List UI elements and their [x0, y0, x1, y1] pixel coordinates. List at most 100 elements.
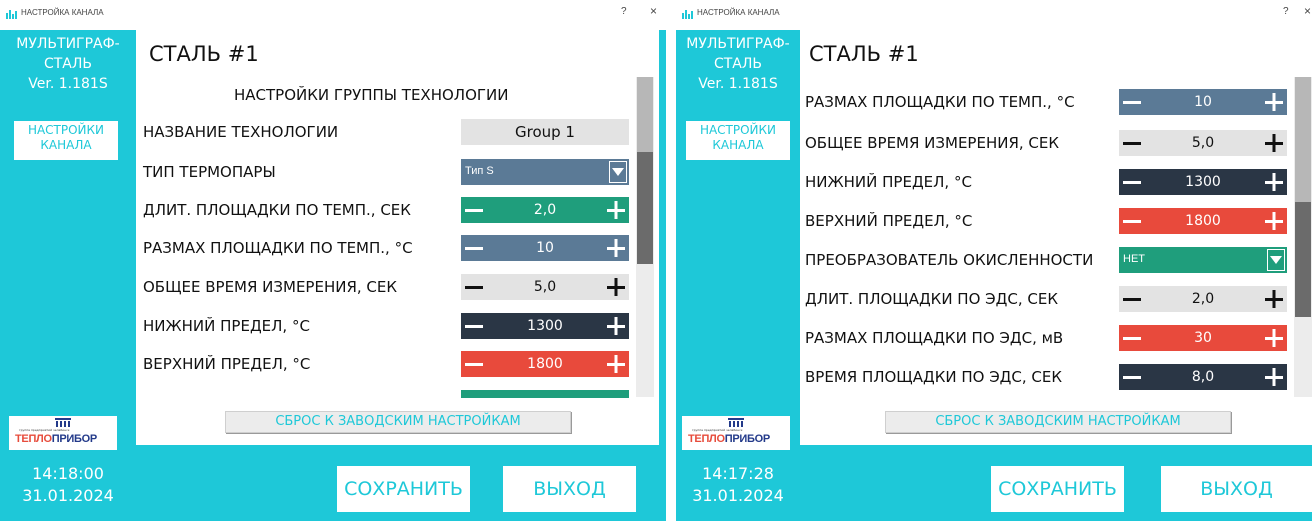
plus-icon[interactable] — [605, 315, 627, 337]
minus-icon[interactable] — [463, 199, 485, 221]
minus-icon[interactable] — [1121, 132, 1143, 154]
oxidation-converter-select[interactable]: НЕТ — [1119, 247, 1287, 273]
exit-button[interactable]: ВЫХОД — [1161, 466, 1312, 512]
minus-icon[interactable] — [463, 276, 485, 298]
row-label: ВРЕМЯ ПЛОЩАДКИ ПО ЭДС, СЕК — [805, 368, 1062, 386]
lower-limit-stepper[interactable]: 1300 — [461, 313, 629, 339]
plus-icon[interactable] — [605, 237, 627, 259]
minus-icon[interactable] — [1121, 288, 1143, 310]
plus-icon[interactable] — [1263, 91, 1285, 113]
chart-icon — [6, 10, 17, 19]
scrollbar-thumb[interactable] — [1295, 202, 1311, 317]
clock-date: 31.01.2024 — [692, 486, 784, 505]
title-bar: НАСТРОЙКА КАНАЛА ? × — [676, 0, 1312, 30]
row-label: НИЖНИЙ ПРЕДЕЛ, °C — [143, 317, 310, 335]
teplopribor-logo: группа предприятий челябинск ТЕПЛОПРИБОР — [682, 416, 790, 450]
row-label: РАЗМАХ ПЛОЩАДКИ ПО ТЕМП., °C — [143, 239, 413, 257]
channel-settings-nav-button[interactable]: НАСТРОЙКИ КАНАЛА — [686, 121, 790, 160]
row-label: ВЕРХНИЙ ПРЕДЕЛ, °C — [143, 355, 311, 373]
clock: 14:17:28 31.01.2024 — [676, 463, 800, 507]
minus-icon[interactable] — [1121, 210, 1143, 232]
row-label: ТИП ТЕРМОПАРЫ — [143, 163, 276, 181]
close-button[interactable]: × — [1304, 4, 1311, 18]
upper-limit-stepper[interactable]: 1800 — [1119, 208, 1287, 234]
row-label: ОБЩЕЕ ВРЕМЯ ИЗМЕРЕНИЯ, СЕК — [143, 278, 398, 296]
thermocouple-type-select[interactable]: Тип S — [461, 159, 629, 185]
upper-limit-stepper[interactable]: 1800 — [461, 351, 629, 377]
app-name: МУЛЬТИГРАФ- СТАЛЬ Ver. 1.181S — [686, 36, 790, 92]
emf-plateau-duration-stepper[interactable]: 2,0 — [1119, 286, 1287, 312]
plateau-range-temp-stepper[interactable]: 10 — [1119, 89, 1287, 115]
row-label: ПРЕОБРАЗОВАТЕЛЬ ОКИСЛЕННОСТИ — [805, 251, 1094, 269]
reset-defaults-button[interactable]: СБРОС К ЗАВОДСКИМ НАСТРОЙКАМ — [885, 411, 1231, 433]
emf-plateau-range-stepper[interactable]: 30 — [1119, 325, 1287, 351]
minus-icon[interactable] — [1121, 366, 1143, 388]
row-label: РАЗМАХ ПЛОЩАДКИ ПО ТЕМП., °C — [805, 93, 1075, 111]
scrollbar[interactable] — [1294, 77, 1312, 397]
chevron-down-icon[interactable] — [609, 161, 627, 183]
app-name: МУЛЬТИГРАФ- СТАЛЬ Ver. 1.181S — [16, 36, 120, 92]
channel-settings-window-right: НАСТРОЙКА КАНАЛА ? × МУЛЬТИГРАФ- СТАЛЬ V… — [676, 0, 1312, 521]
reset-defaults-button[interactable]: СБРОС К ЗАВОДСКИМ НАСТРОЙКАМ — [225, 411, 571, 433]
page-title: СТАЛЬ #1 — [809, 42, 919, 66]
scrollbar[interactable] — [636, 77, 654, 397]
save-button[interactable]: СОХРАНИТЬ — [991, 466, 1124, 512]
lower-limit-stepper[interactable]: 1300 — [1119, 169, 1287, 195]
row-label: НИЖНИЙ ПРЕДЕЛ, °C — [805, 173, 972, 191]
help-button[interactable]: ? — [621, 6, 627, 17]
minus-icon[interactable] — [1121, 171, 1143, 193]
clock-time: 14:18:00 — [32, 464, 104, 483]
minus-icon[interactable] — [1121, 91, 1143, 113]
scrollbar-track-top — [637, 77, 653, 152]
plateau-duration-stepper[interactable]: 2,0 — [461, 197, 629, 223]
plus-icon[interactable] — [1263, 210, 1285, 232]
scrollbar-track-top — [1295, 77, 1311, 202]
plateau-range-temp-stepper[interactable]: 10 — [461, 235, 629, 261]
row-label: ВЕРХНИЙ ПРЕДЕЛ, °C — [805, 212, 973, 230]
chevron-down-icon[interactable] — [1267, 249, 1285, 271]
window-gap — [666, 0, 676, 521]
row-label: ДЛИТ. ПЛОЩАДКИ ПО ЭДС, СЕК — [805, 290, 1058, 308]
total-measure-time-stepper[interactable]: 5,0 — [461, 274, 629, 300]
teplopribor-logo: группа предприятий челябинск ТЕПЛОПРИБОР — [9, 416, 117, 450]
settings-panel: СТАЛЬ #1 РАЗМАХ ПЛОЩАДКИ ПО ТЕМП., °C 10… — [800, 30, 1312, 445]
logo-building-icon — [728, 418, 744, 427]
channel-settings-nav-button[interactable]: НАСТРОЙКИ КАНАЛА — [14, 121, 118, 160]
settings-panel: СТАЛЬ #1 НАСТРОЙКИ ГРУППЫ ТЕХНОЛОГИИ НАЗ… — [136, 30, 659, 445]
minus-icon[interactable] — [463, 315, 485, 337]
row-label: ОБЩЕЕ ВРЕМЯ ИЗМЕРЕНИЯ, СЕК — [805, 134, 1060, 152]
minus-icon[interactable] — [463, 353, 485, 375]
exit-button[interactable]: ВЫХОД — [503, 466, 636, 512]
plus-icon[interactable] — [605, 276, 627, 298]
section-title: НАСТРОЙКИ ГРУППЫ ТЕХНОЛОГИИ — [234, 86, 509, 104]
row-label: ДЛИТ. ПЛОЩАДКИ ПО ТЕМП., СЕК — [143, 201, 411, 219]
chart-icon — [682, 10, 693, 19]
save-button[interactable]: СОХРАНИТЬ — [337, 466, 470, 512]
technology-name-field[interactable]: Group 1 — [461, 119, 629, 145]
clock-date: 31.01.2024 — [22, 486, 114, 505]
window-title: НАСТРОЙКА КАНАЛА — [21, 8, 104, 17]
clock: 14:18:00 31.01.2024 — [0, 463, 136, 507]
scrollbar-thumb[interactable] — [637, 152, 653, 264]
help-button[interactable]: ? — [1283, 6, 1289, 17]
logo-building-icon — [55, 418, 71, 427]
total-measure-time-stepper[interactable]: 5,0 — [1119, 130, 1287, 156]
plus-icon[interactable] — [605, 353, 627, 375]
row-label: РАЗМАХ ПЛОЩАДКИ ПО ЭДС, мВ — [805, 329, 1064, 347]
title-bar: НАСТРОЙКА КАНАЛА ? × — [0, 0, 666, 30]
minus-icon[interactable] — [463, 237, 485, 259]
plus-icon[interactable] — [1263, 327, 1285, 349]
close-button[interactable]: × — [650, 4, 657, 18]
clock-time: 14:17:28 — [702, 464, 774, 483]
window-title: НАСТРОЙКА КАНАЛА — [697, 8, 780, 17]
plus-icon[interactable] — [1263, 171, 1285, 193]
row-label: НАЗВАНИЕ ТЕХНОЛОГИИ — [143, 123, 339, 141]
plus-icon[interactable] — [1263, 132, 1285, 154]
plus-icon[interactable] — [1263, 366, 1285, 388]
channel-settings-window-left: НАСТРОЙКА КАНАЛА ? × МУЛЬТИГРАФ- СТАЛЬ V… — [0, 0, 666, 521]
emf-plateau-time-stepper[interactable]: 8,0 — [1119, 364, 1287, 390]
plus-icon[interactable] — [1263, 288, 1285, 310]
minus-icon[interactable] — [1121, 327, 1143, 349]
plus-icon[interactable] — [605, 199, 627, 221]
next-row-partial — [461, 390, 629, 398]
